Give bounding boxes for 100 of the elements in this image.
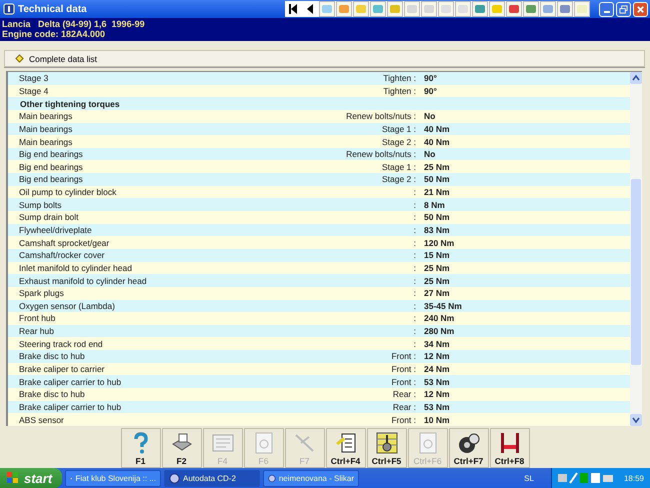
item-qualifier: Tighten : [382, 73, 416, 84]
toolbar-tile-icon[interactable] [438, 1, 454, 17]
toolbar-tile-icon[interactable] [421, 1, 437, 17]
item-value: 27 Nm [423, 288, 451, 298]
language-indicator[interactable]: SL [524, 474, 534, 482]
item-label: Brake disc to hub [18, 351, 86, 362]
function-key-button[interactable]: Ctrl+F5 [366, 428, 406, 468]
item-value: 40 Nm [423, 136, 451, 147]
item-label: Spark plugs [18, 288, 65, 298]
item-value: 50 Nm [423, 174, 451, 184]
group-heading: Other tightening torques [19, 98, 120, 109]
item-qualifier: Rear : [392, 389, 416, 400]
item-value: 24 Nm [423, 364, 451, 374]
item-label: Camshaft sprocket/gear [18, 238, 110, 248]
item-label: Front hub [18, 313, 56, 324]
item-value: 90° [423, 86, 438, 96]
taskbar-button[interactable]: Fiat klub Slovenija :: ... [65, 470, 161, 486]
toolbar-tile-icon[interactable] [540, 1, 556, 17]
item-label: Brake caliper carrier to hub [18, 376, 122, 387]
toolbar-tile-icon[interactable] [387, 1, 403, 17]
section-title: Complete data list [29, 54, 98, 64]
function-key-button[interactable]: Ctrl+F4 [326, 428, 366, 468]
item-label: Oxygen sensor (Lambda) [18, 300, 116, 311]
scrollbar[interactable] [630, 72, 642, 426]
toolbar-tile-icon[interactable] [489, 1, 505, 17]
item-qualifier: Rear : [392, 402, 416, 412]
item-label: Brake disc to hub [18, 389, 86, 400]
item-label: Brake caliper carrier to hub [18, 402, 122, 412]
item-label: Big end bearings [18, 162, 84, 172]
item-qualifier: Stage 2 : [380, 136, 416, 147]
item-value: 25 Nm [423, 276, 451, 286]
item-label: Exhaust manifold to cylinder head [18, 276, 148, 286]
toolbar-tile-icon[interactable] [370, 1, 386, 17]
item-label: Flywheel/driveplate [18, 225, 93, 235]
item-value: 12 Nm [423, 389, 451, 400]
item-value: 280 Nm [423, 326, 456, 336]
item-qualifier: : [412, 326, 416, 336]
item-qualifier: : [412, 250, 416, 260]
item-qualifier: : [412, 200, 416, 210]
taskbar-button[interactable]: neimenovana - Slikar [263, 470, 359, 486]
minimize-button[interactable] [599, 2, 614, 16]
engine-code: Engine code: 182A4.000 [2, 29, 106, 39]
close-icon [636, 4, 645, 14]
item-label: Big end bearings [18, 149, 84, 160]
taskbar-button[interactable]: Autodata CD-2 [164, 470, 260, 486]
item-label: Main bearings [18, 136, 74, 147]
section-header[interactable]: Complete data list [4, 50, 645, 67]
item-qualifier: Stage 1 : [380, 162, 416, 172]
item-qualifier: : [412, 313, 416, 324]
item-qualifier: Tighten : [382, 86, 416, 96]
toolbar-tile-icon[interactable] [336, 1, 352, 17]
item-value: 35-45 Nm [423, 300, 463, 311]
notepad-icon [334, 430, 358, 454]
diamond-icon [15, 54, 24, 63]
window-title: Technical data [18, 4, 88, 14]
scroll-up-icon[interactable] [630, 72, 642, 84]
toolbar-tile-icon[interactable] [506, 1, 522, 17]
toolbar-tile-icon[interactable] [319, 1, 335, 17]
toolbar-tile-icon[interactable] [557, 1, 573, 17]
item-value: 120 Nm [423, 238, 456, 248]
item-label: Oil pump to cylinder block [18, 187, 118, 198]
item-value: 25 Nm [423, 162, 451, 172]
function-key-button[interactable]: Ctrl+F8 [490, 428, 530, 468]
toolbar-tile-icon[interactable] [523, 1, 539, 17]
vehicle-name: Lancia Delta (94-99) 1,6 1996-99 [2, 19, 146, 29]
item-value: 15 Nm [423, 250, 451, 260]
item-value: 40 Nm [423, 124, 451, 134]
item-value: No [423, 111, 436, 122]
minimize-icon [604, 10, 610, 12]
function-key-button[interactable]: F1 [120, 428, 160, 468]
item-label: Brake caliper to carrier [18, 364, 106, 374]
close-button[interactable] [633, 2, 648, 16]
scroll-thumb[interactable] [631, 179, 641, 365]
function-key-button[interactable]: F2 [162, 428, 202, 468]
start-button[interactable]: start [0, 468, 62, 488]
toolbar-tile-icon[interactable] [353, 1, 369, 17]
item-qualifier: Stage 1 : [380, 124, 416, 134]
item-qualifier: : [412, 238, 416, 248]
toolbar-tile-icon[interactable] [455, 1, 471, 17]
toolbar-tile-icon[interactable] [404, 1, 420, 17]
item-qualifier: : [412, 262, 416, 273]
item-qualifier: : [412, 187, 416, 198]
item-qualifier: Stage 2 : [380, 174, 416, 184]
item-qualifier: : [412, 300, 416, 311]
scroll-down-icon[interactable] [630, 414, 642, 426]
item-qualifier: Front : [390, 351, 416, 362]
toolbar-tile-icon[interactable] [574, 1, 590, 17]
restore-icon [619, 4, 628, 14]
function-key-button[interactable]: Ctrl+F7 [448, 428, 488, 468]
toolbar-tile-icon[interactable] [472, 1, 488, 17]
item-label: Inlet manifold to cylinder head [18, 262, 133, 273]
item-value: 12 Nm [423, 351, 451, 362]
item-qualifier: : [412, 225, 416, 235]
app-icon [3, 3, 15, 15]
restore-button[interactable] [616, 2, 631, 16]
item-value: 50 Nm [423, 212, 451, 222]
app-icon [268, 472, 276, 484]
clock: 18:59 [624, 474, 644, 482]
item-label: Steering track rod end [18, 338, 104, 349]
item-label: Stage 3 [18, 73, 50, 84]
